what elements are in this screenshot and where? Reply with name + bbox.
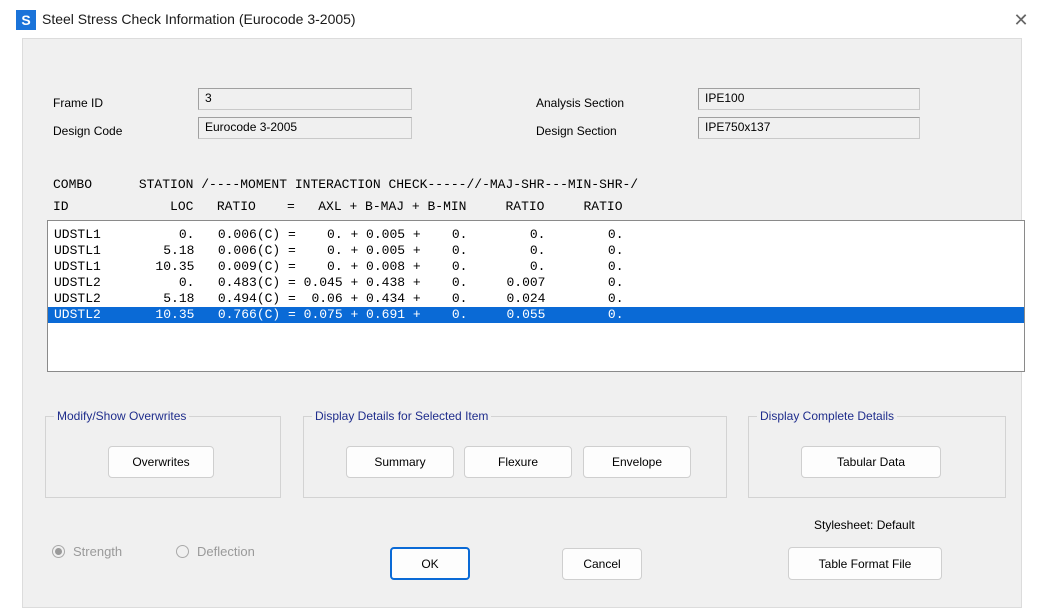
app-icon: S [16,10,36,30]
list-item-selected[interactable]: UDSTL2 10.35 0.766(C) = 0.075 + 0.691 + … [48,307,1024,323]
list-item[interactable]: UDSTL1 10.35 0.009(C) = 0. + 0.008 + 0. … [48,259,1024,275]
ok-button[interactable]: OK [390,547,470,580]
summary-button[interactable]: Summary [346,446,454,478]
envelope-button[interactable]: Envelope [583,446,691,478]
display-complete-title: Display Complete Details [757,409,898,423]
close-icon: ✕ [1013,9,1029,30]
close-button[interactable]: ✕ [998,0,1044,40]
list-item[interactable]: UDSTL2 5.18 0.494(C) = 0.06 + 0.434 + 0.… [48,291,1024,307]
table-header-line1: COMBO STATION /----MOMENT INTERACTION CH… [53,177,639,192]
deflection-radio: Deflection [176,544,255,559]
design-section-label: Design Section [536,124,617,138]
analysis-section-label: Analysis Section [536,96,625,110]
modify-overwrites-group: Modify/Show Overwrites Overwrites [45,409,281,498]
modify-overwrites-title: Modify/Show Overwrites [54,409,190,423]
analysis-section-field: IPE100 [698,88,920,110]
stylesheet-label: Stylesheet: Default [814,518,915,532]
deflection-radio-label: Deflection [197,544,255,559]
display-complete-group: Display Complete Details Tabular Data [748,409,1006,498]
design-section-field: IPE750x137 [698,117,920,139]
display-selected-title: Display Details for Selected Item [312,409,492,423]
list-item[interactable]: UDSTL2 0. 0.483(C) = 0.045 + 0.438 + 0. … [48,275,1024,291]
strength-radio-label: Strength [73,544,123,559]
results-list[interactable]: UDSTL1 0. 0.006(C) = 0. + 0.005 + 0. 0. … [47,220,1025,372]
list-item[interactable]: UDSTL1 0. 0.006(C) = 0. + 0.005 + 0. 0. … [48,227,1024,243]
table-format-file-button[interactable]: Table Format File [788,547,942,580]
flexure-button[interactable]: Flexure [464,446,572,478]
display-selected-group: Display Details for Selected Item Summar… [303,409,727,498]
deflection-radio-dot [176,545,189,558]
title-bar: S Steel Stress Check Information (Euroco… [0,0,1044,40]
table-header-line2: ID LOC RATIO = AXL + B-MAJ + B-MIN RATIO… [53,199,623,214]
window-title: Steel Stress Check Information (Eurocode… [42,11,356,27]
list-item[interactable]: UDSTL1 5.18 0.006(C) = 0. + 0.005 + 0. 0… [48,243,1024,259]
strength-radio-dot [52,545,65,558]
cancel-button[interactable]: Cancel [562,548,642,580]
tabular-data-button[interactable]: Tabular Data [801,446,941,478]
design-code-field: Eurocode 3-2005 [198,117,412,139]
design-code-label: Design Code [53,124,123,138]
overwrites-button[interactable]: Overwrites [108,446,214,478]
frame-id-field: 3 [198,88,412,110]
strength-radio: Strength [52,544,122,559]
frame-id-label: Frame ID [53,96,104,110]
